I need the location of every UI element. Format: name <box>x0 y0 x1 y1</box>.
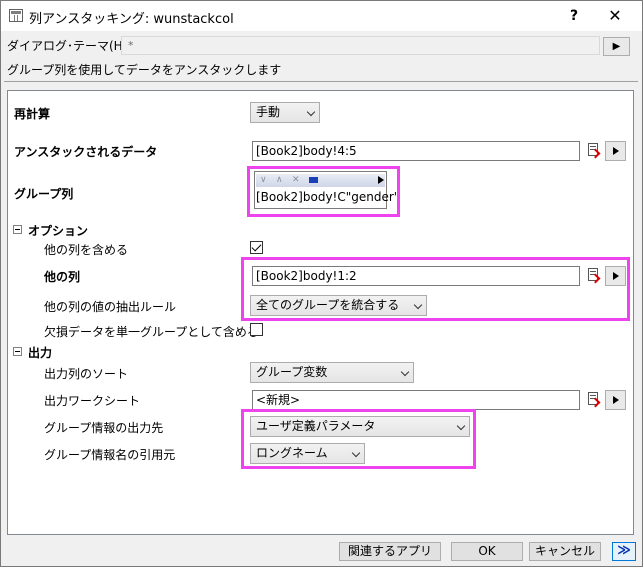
include-other-label: 他の列を含める <box>44 243 129 257</box>
range-select-icon[interactable] <box>585 141 601 161</box>
output-section-label: 出力 <box>28 346 53 360</box>
highlight-box <box>247 166 400 217</box>
range-select-icon[interactable] <box>585 390 601 410</box>
cancel-button[interactable]: キャンセル <box>529 542 601 561</box>
recalc-label: 再計算 <box>14 107 51 121</box>
dialog-description: グループ列を使用してデータをアンスタックします <box>7 63 282 77</box>
sort-value: グループ変数 <box>256 365 328 379</box>
dialog-window: 列アンスタッキング: wunstackcol ? ✕ ダイアログ･テーマ(H) … <box>0 0 643 567</box>
ok-button[interactable]: OK <box>451 542 523 561</box>
worksheet-input[interactable]: <新規> <box>252 390 580 410</box>
worksheet-label: 出力ワークシート <box>44 394 141 408</box>
related-apps-button[interactable]: 関連するアプリ <box>339 542 441 561</box>
sort-dropdown[interactable]: グループ変数 <box>250 362 414 383</box>
info-dest-label: グループ情報の出力先 <box>44 421 164 435</box>
chevron-down-icon <box>306 107 316 117</box>
unstack-data-input[interactable]: [Book2]body!4:5 <box>252 141 580 161</box>
extract-rule-label: 他の列の値の抽出ルール <box>44 300 177 314</box>
group-col-label: グループ列 <box>14 187 74 201</box>
highlight-box <box>241 409 476 469</box>
title-bar: 列アンスタッキング: wunstackcol ? ✕ <box>1 1 642 31</box>
other-cols-label: 他の列 <box>44 270 81 284</box>
info-source-label: グループ情報名の引用元 <box>44 448 176 462</box>
separator <box>4 81 638 82</box>
missing-single-checkbox[interactable] <box>250 323 263 336</box>
dialog-theme-menu-button[interactable]: ▶ <box>603 37 630 56</box>
dialog-theme-label: ダイアログ･テーマ(H) <box>7 39 128 53</box>
missing-single-label: 欠損データを単一グループとして含める <box>44 325 259 339</box>
sort-label: 出力列のソート <box>44 367 129 381</box>
app-icon <box>9 9 23 22</box>
include-other-checkbox[interactable] <box>250 241 263 254</box>
highlight-box <box>241 257 630 321</box>
options-section-label: オプション <box>28 224 89 238</box>
help-button[interactable]: ? <box>561 3 587 29</box>
collapse-options-icon[interactable] <box>13 225 22 234</box>
close-button[interactable]: ✕ <box>601 3 629 29</box>
collapse-output-icon[interactable] <box>13 347 22 356</box>
worksheet-menu-button[interactable] <box>605 390 626 410</box>
recalc-dropdown[interactable]: 手動 <box>250 102 320 123</box>
unstack-data-label: アンスタックされるデータ <box>14 145 158 159</box>
dialog-theme-field[interactable]: * <box>121 36 600 55</box>
expand-button[interactable]: ≫ <box>612 542 636 561</box>
unstack-data-menu-button[interactable] <box>605 141 626 161</box>
chevron-down-icon <box>400 367 410 377</box>
window-title: 列アンスタッキング: wunstackcol <box>29 12 234 27</box>
recalc-value: 手動 <box>256 105 281 119</box>
